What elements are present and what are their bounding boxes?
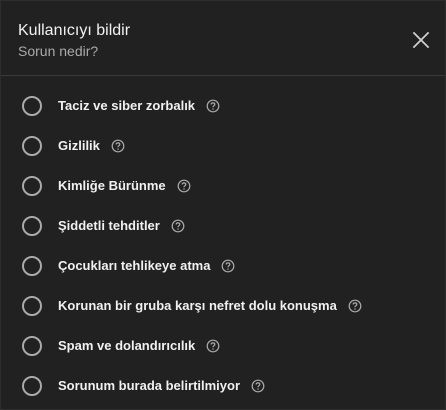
radio-button[interactable] (22, 176, 42, 196)
dialog-header: Kullanıcıyı bildir Sorun nedir? (1, 1, 445, 76)
option-not-listed[interactable]: Sorunum burada belirtilmiyor (1, 366, 445, 406)
option-label: Şiddetli tehditler (58, 218, 160, 233)
option-privacy[interactable]: Gizlilik (1, 126, 445, 166)
help-icon[interactable] (177, 179, 191, 193)
dialog-subtitle: Sorun nedir? (18, 43, 99, 59)
radio-button[interactable] (22, 216, 42, 236)
option-label: Sorunum burada belirtilmiyor (58, 378, 241, 393)
help-icon[interactable] (251, 379, 265, 393)
help-icon[interactable] (221, 259, 235, 273)
option-label: Spam ve dolandırıcılık (58, 338, 196, 353)
option-impersonation[interactable]: Kimliğe Bürünme (1, 166, 445, 206)
help-icon[interactable] (348, 299, 362, 313)
dialog-title: Kullanıcıyı bildir (18, 22, 131, 39)
option-hate-speech[interactable]: Korunan bir gruba karşı nefret dolu konu… (1, 286, 445, 326)
help-icon[interactable] (206, 339, 220, 353)
radio-button[interactable] (22, 136, 42, 156)
radio-button[interactable] (22, 256, 42, 276)
help-icon[interactable] (171, 219, 185, 233)
radio-button[interactable] (22, 96, 42, 116)
option-label: Kimliğe Bürünme (58, 178, 166, 193)
option-label: Taciz ve siber zorbalık (58, 98, 196, 113)
option-label: Korunan bir gruba karşı nefret dolu konu… (58, 298, 337, 313)
option-label: Gizlilik (58, 138, 100, 153)
report-options-list: Taciz ve siber zorbalık Gizlilik Kimliğe… (1, 86, 445, 406)
radio-button[interactable] (22, 376, 42, 396)
option-violent-threats[interactable]: Şiddetli tehditler (1, 206, 445, 246)
report-user-dialog: Kullanıcıyı bildir Sorun nedir? Taciz ve… (0, 0, 446, 410)
close-icon (412, 31, 430, 49)
help-icon[interactable] (111, 139, 125, 153)
radio-button[interactable] (22, 296, 42, 316)
option-child-endangerment[interactable]: Çocukları tehlikeye atma (1, 246, 445, 286)
radio-button[interactable] (22, 336, 42, 356)
option-spam-scams[interactable]: Spam ve dolandırıcılık (1, 326, 445, 366)
close-button[interactable] (411, 30, 431, 50)
help-icon[interactable] (206, 99, 220, 113)
option-harassment[interactable]: Taciz ve siber zorbalık (1, 86, 445, 126)
option-label: Çocukları tehlikeye atma (58, 258, 211, 273)
